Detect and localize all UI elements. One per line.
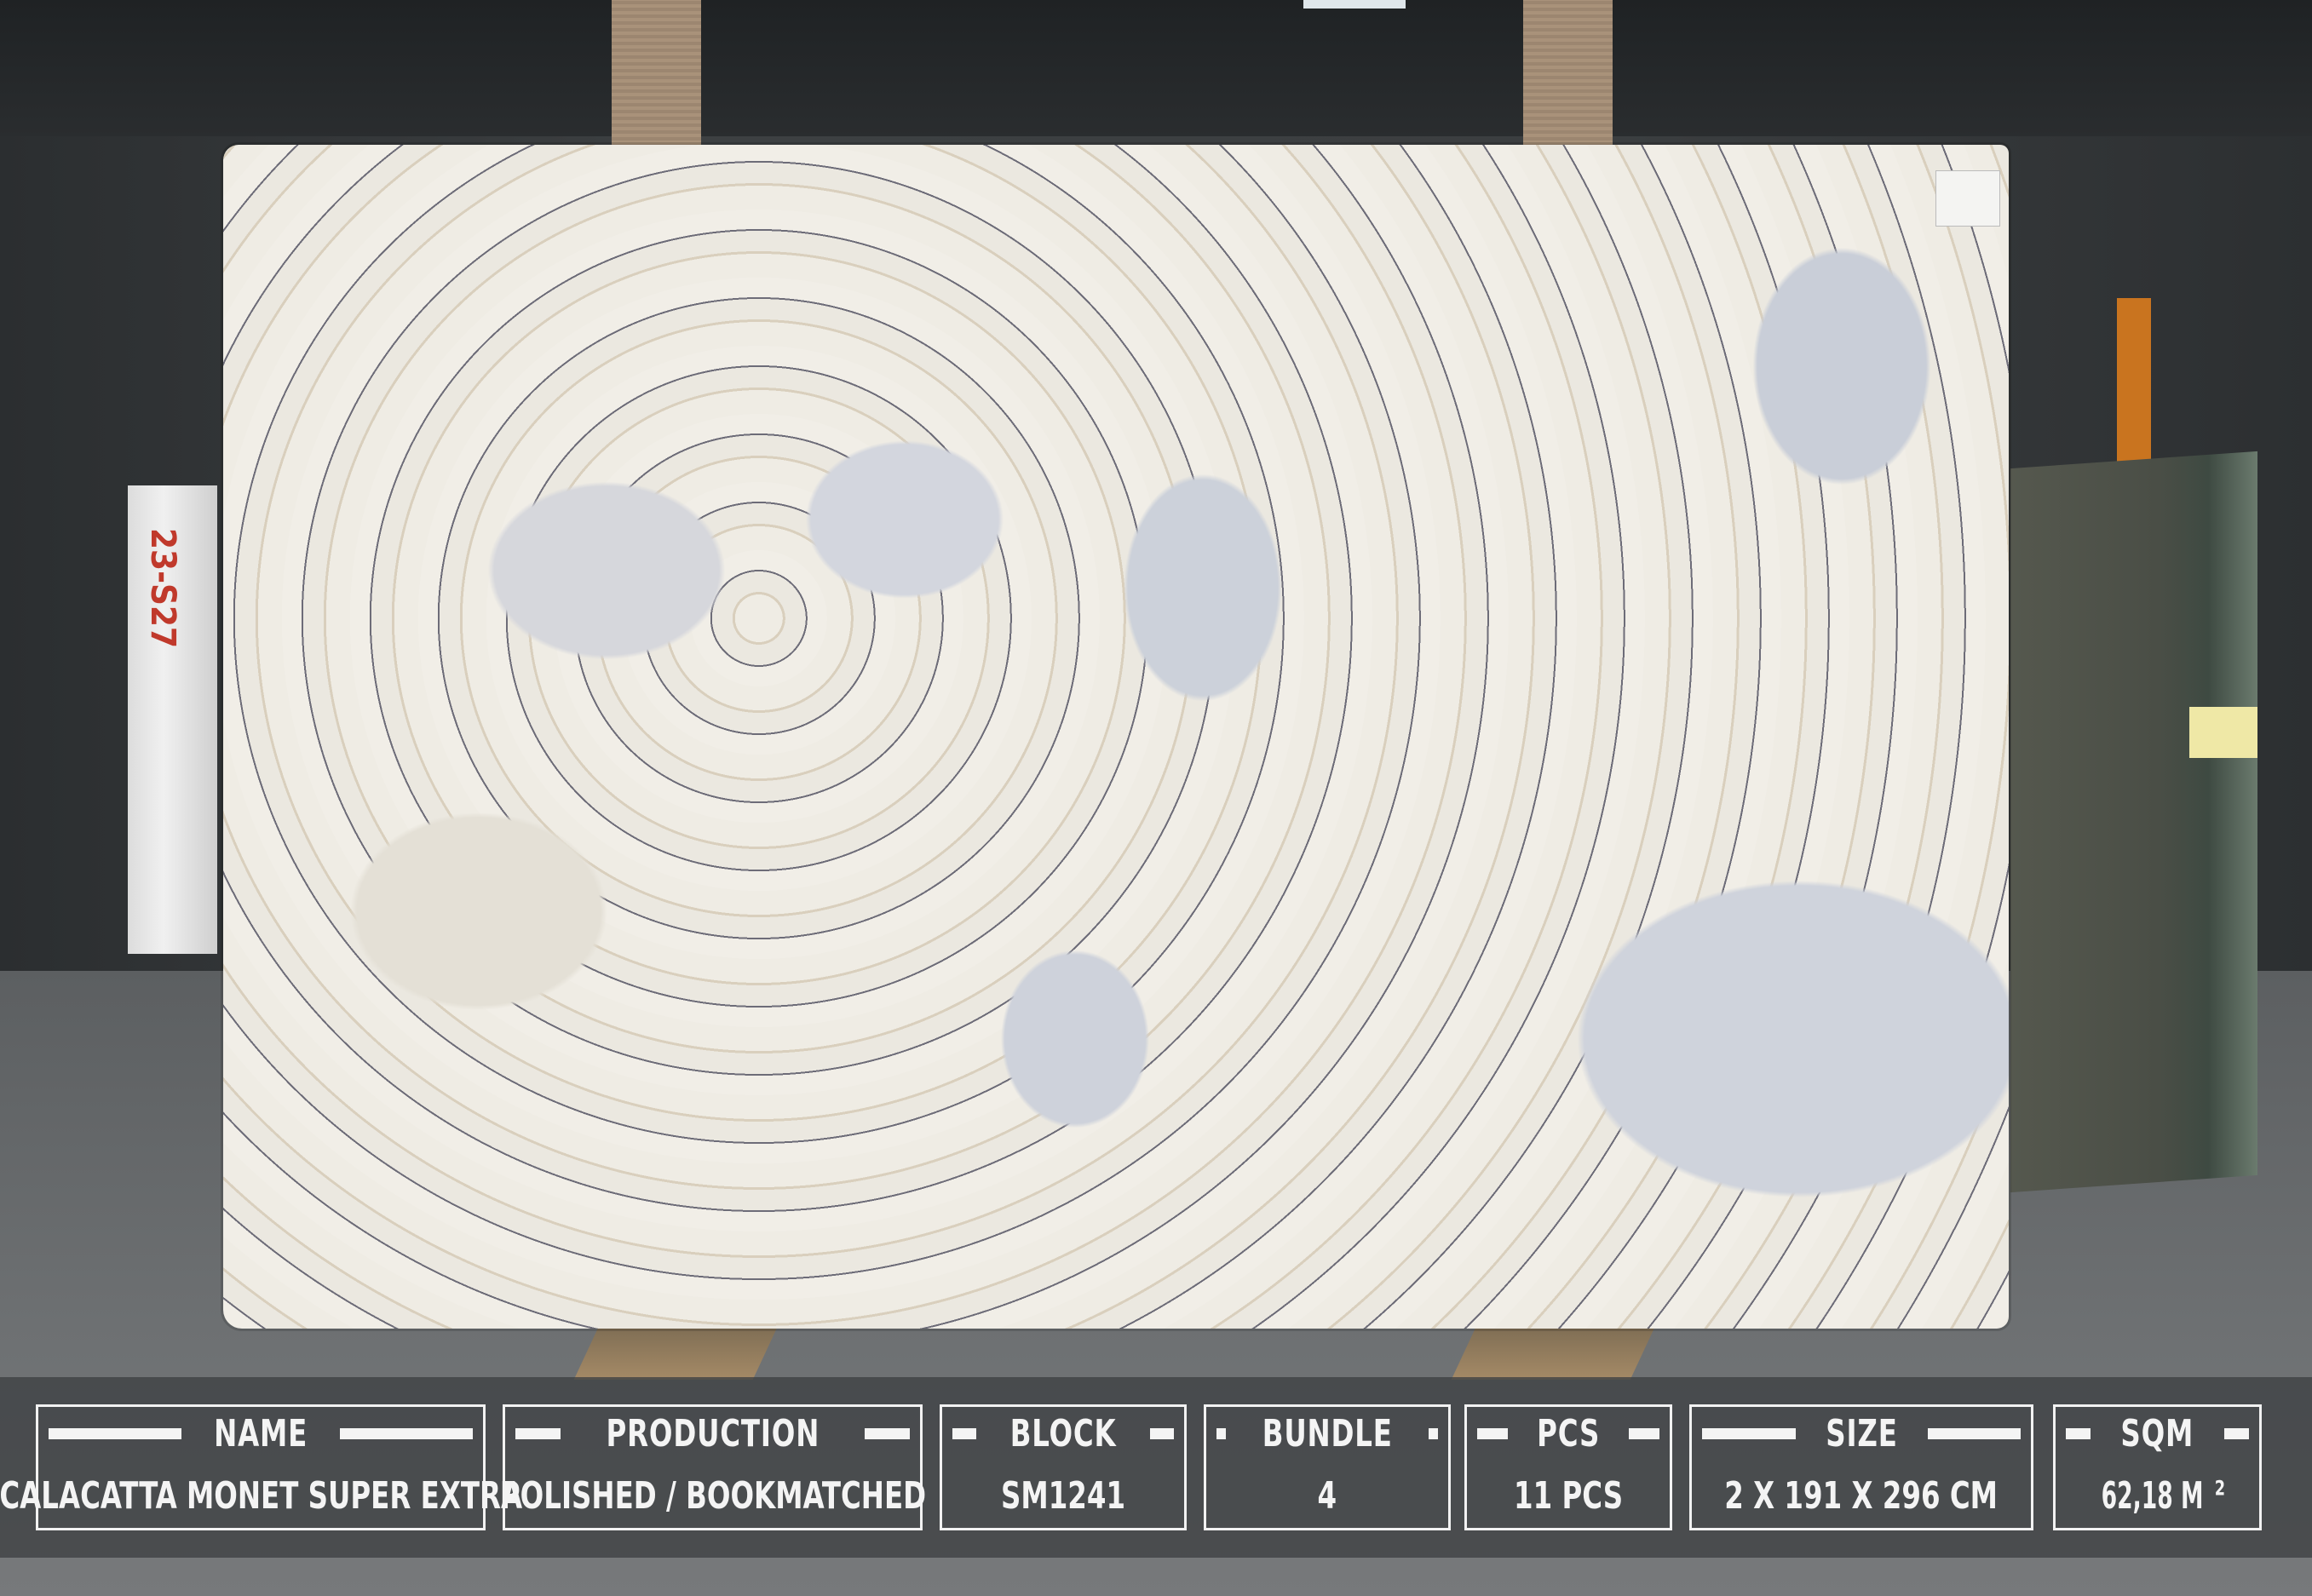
info-label: BLOCK — [1009, 1411, 1117, 1455]
divider-bar — [49, 1427, 181, 1439]
rack-marking: 23-S27 — [143, 528, 182, 649]
divider-bar — [2066, 1427, 2091, 1439]
divider-bar — [2223, 1427, 2249, 1439]
info-value: 2 X 191 X 296 CM — [1724, 1473, 1999, 1518]
info-box-production: PRODUCTION POLISHED / BOOKMATCHED — [499, 1404, 926, 1530]
divider-bar — [340, 1427, 473, 1439]
divider-bar — [1216, 1427, 1226, 1439]
slab-support — [1451, 1320, 1659, 1380]
info-value: POLISHED / BOOKMATCHED — [499, 1473, 926, 1518]
info-value: 62,18 M — [2101, 1473, 2204, 1518]
divider-bar — [865, 1427, 911, 1439]
divider-bar — [1429, 1427, 1439, 1439]
divider-bar — [515, 1427, 561, 1439]
lifting-strap — [612, 0, 701, 158]
slab-support — [573, 1320, 781, 1380]
slab-tape — [2189, 707, 2257, 758]
info-value: 4 — [1317, 1473, 1337, 1518]
info-label: NAME — [213, 1411, 308, 1455]
stacked-slabs-right — [2010, 451, 2257, 1193]
info-label: SIZE — [1825, 1411, 1898, 1455]
ceiling-light — [1303, 0, 1406, 9]
info-label: BUNDLE — [1262, 1411, 1393, 1455]
info-box-block: BLOCK SM1241 — [940, 1404, 1187, 1530]
info-box-size: SIZE 2 X 191 X 296 CM — [1689, 1404, 2033, 1530]
info-value: 11 PCS — [1513, 1473, 1624, 1518]
info-box-bundle: BUNDLE 4 — [1204, 1404, 1451, 1530]
divider-bar — [1629, 1427, 1660, 1439]
info-label: SQM — [2120, 1411, 2194, 1455]
divider-bar — [1927, 1427, 2022, 1439]
slab-label-tag — [1935, 170, 2000, 227]
marble-slab — [223, 145, 2009, 1329]
info-label: PCS — [1536, 1411, 1601, 1455]
divider-bar — [952, 1427, 976, 1439]
info-box-name: NAME CALACATTA MONET SUPER EXTRA — [0, 1404, 522, 1530]
divider-bar — [1150, 1427, 1175, 1439]
info-box-sqm: SQM 62,18 M 2 — [2053, 1404, 2262, 1530]
info-box-pcs: PCS 11 PCS — [1464, 1404, 1672, 1530]
divider-bar — [1702, 1427, 1796, 1439]
info-value: SM1241 — [1000, 1473, 1126, 1518]
unit-superscript: 2 — [2214, 1475, 2225, 1500]
info-value: CALACATTA MONET SUPER EXTRA — [0, 1473, 522, 1518]
info-label: PRODUCTION — [606, 1411, 820, 1455]
divider-bar — [1477, 1427, 1508, 1439]
lifting-strap — [1523, 0, 1613, 158]
warehouse-photo: 23-S27 — [0, 0, 2312, 1596]
